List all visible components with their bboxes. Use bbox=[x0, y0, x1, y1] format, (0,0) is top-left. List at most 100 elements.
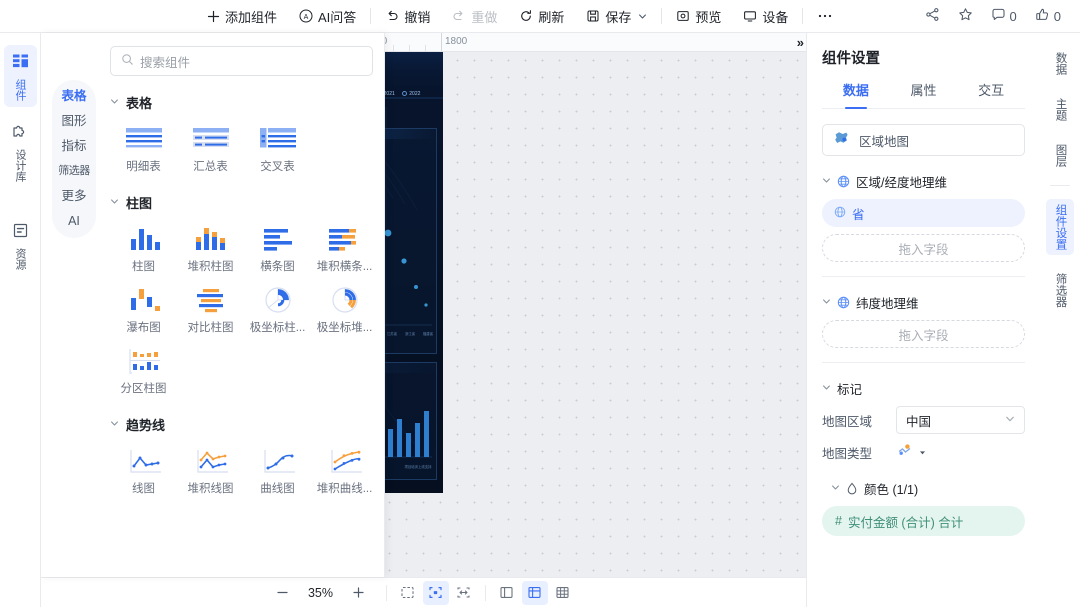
section-color[interactable]: 颜色 (1/1) bbox=[831, 479, 1025, 498]
add-component-button[interactable]: 添加组件 bbox=[196, 4, 288, 28]
component-detail-table[interactable]: 明细表 bbox=[110, 117, 177, 176]
tab-properties[interactable]: 属性 bbox=[890, 80, 958, 108]
tab-filters[interactable]: 筛选器 bbox=[58, 164, 90, 179]
device-button[interactable]: 设备 bbox=[732, 4, 799, 28]
component-label: 极坐标堆... bbox=[317, 319, 373, 335]
settings-tabs: 数据 属性 交互 bbox=[822, 80, 1025, 109]
ruler-expand-button[interactable]: » bbox=[797, 35, 804, 50]
component-line-chart[interactable]: 线图 bbox=[110, 439, 177, 498]
fit-selection-button[interactable] bbox=[423, 581, 449, 605]
component-polar-column[interactable]: 极坐标柱... bbox=[244, 278, 311, 337]
ruler-tick-5: 1800 bbox=[441, 36, 467, 47]
group-header-trendlines[interactable]: 趋势线 bbox=[110, 415, 384, 434]
toolbar-divider-3 bbox=[802, 8, 803, 24]
measure-hash-icon: # bbox=[835, 514, 842, 528]
component-cross-table[interactable]: 交叉表 bbox=[244, 117, 311, 176]
search-placeholder: 搜索组件 bbox=[140, 52, 190, 71]
refresh-button[interactable]: 刷新 bbox=[508, 4, 575, 28]
group-header-columns[interactable]: 柱图 bbox=[110, 193, 384, 212]
year-option-3[interactable]: 2022 bbox=[402, 91, 421, 97]
zoom-controls: 35% bbox=[272, 582, 378, 604]
component-column-chart[interactable]: 柱图 bbox=[110, 217, 177, 276]
right-rail: 数据 主题 图层 组件设置 筛选器 bbox=[1040, 33, 1080, 607]
map-type-row: 地图类型 bbox=[822, 442, 1025, 463]
tab-ai[interactable]: AI bbox=[68, 214, 80, 229]
rightrail-item-data[interactable]: 数据 bbox=[1046, 47, 1074, 80]
column-chart-icon bbox=[121, 223, 167, 255]
favorite-button[interactable] bbox=[949, 7, 982, 25]
map-type-label: 地图类型 bbox=[822, 443, 884, 462]
sidebar-item-resource[interactable]: 资源 bbox=[4, 214, 37, 276]
comment-button[interactable]: 0 bbox=[982, 7, 1026, 25]
puzzle-icon bbox=[11, 122, 30, 146]
rightrail-item-theme[interactable]: 主题 bbox=[1046, 93, 1074, 126]
redo-button[interactable]: 重做 bbox=[441, 4, 508, 28]
component-stacked-line[interactable]: 堆积线图 bbox=[177, 439, 244, 498]
color-drop-icon bbox=[846, 482, 858, 495]
zoom-in-button[interactable] bbox=[348, 582, 370, 604]
section-label: 纬度地理维 bbox=[856, 293, 919, 312]
section-region-dimension[interactable]: 区域/经度地理维 bbox=[822, 172, 1025, 191]
chevron-down-icon bbox=[1005, 413, 1015, 427]
bottom-divider-1 bbox=[386, 585, 387, 601]
ai-qa-button[interactable]: A AI问答 bbox=[288, 4, 367, 28]
section-label: 颜色 (1/1) bbox=[864, 479, 918, 498]
map-pin-icon bbox=[896, 442, 913, 463]
component-waterfall[interactable]: 瀑布图 bbox=[110, 278, 177, 337]
area-map-icon bbox=[833, 130, 850, 150]
sidebar-item-design-library[interactable]: 设计库 bbox=[4, 115, 37, 188]
component-stacked-curve[interactable]: 堆积曲线... bbox=[311, 439, 378, 498]
tab-tables[interactable]: 表格 bbox=[61, 89, 86, 104]
save-chevron-down-icon[interactable] bbox=[638, 9, 647, 24]
group-header-tables[interactable]: 表格 bbox=[110, 93, 384, 112]
more-button[interactable] bbox=[806, 4, 844, 28]
map-region-select[interactable]: 中国 bbox=[896, 406, 1025, 434]
zoom-level-value[interactable]: 35% bbox=[304, 586, 338, 600]
component-summary-table[interactable]: 汇总表 bbox=[177, 117, 244, 176]
preview-label: 预览 bbox=[695, 7, 721, 26]
fit-width-button[interactable] bbox=[451, 581, 477, 605]
search-component-input[interactable]: 搜索组件 bbox=[110, 46, 373, 76]
tab-data[interactable]: 数据 bbox=[822, 80, 890, 108]
map-type-selector[interactable] bbox=[896, 442, 927, 463]
tab-more[interactable]: 更多 bbox=[61, 189, 86, 204]
rightrail-item-component-settings[interactable]: 组件设置 bbox=[1046, 199, 1074, 255]
top-toolbar: 添加组件 A AI问答 撤销 重做 bbox=[0, 0, 1080, 33]
like-button[interactable]: 0 bbox=[1026, 7, 1070, 25]
preview-button[interactable]: 预览 bbox=[665, 4, 732, 28]
component-polar-stacked[interactable]: 极坐标堆... bbox=[311, 278, 378, 337]
rightrail-item-layers[interactable]: 图层 bbox=[1046, 139, 1074, 172]
field-chip-province[interactable]: 省 bbox=[822, 199, 1025, 227]
component-curve-chart[interactable]: 曲线图 bbox=[244, 439, 311, 498]
tab-interaction[interactable]: 交互 bbox=[957, 80, 1025, 108]
share-button[interactable] bbox=[916, 7, 949, 25]
sidebar-item-components[interactable]: 组件 bbox=[4, 45, 37, 107]
section-latitude-dimension[interactable]: 纬度地理维 bbox=[822, 293, 1025, 312]
drop-zone-region[interactable]: 拖入字段 bbox=[822, 234, 1025, 262]
component-bar-chart[interactable]: 横条图 bbox=[244, 217, 311, 276]
component-stacked-column[interactable]: 堆积柱图 bbox=[177, 217, 244, 276]
chart-type-selector[interactable]: 区域地图 bbox=[822, 124, 1025, 156]
component-compare-column[interactable]: 对比柱图 bbox=[177, 278, 244, 337]
grid-layout-button[interactable] bbox=[550, 581, 576, 605]
rightrail-item-filters[interactable]: 筛选器 bbox=[1046, 268, 1074, 313]
split-layout-button[interactable] bbox=[522, 581, 548, 605]
component-label: 堆积柱图 bbox=[188, 258, 234, 274]
section-marks[interactable]: 标记 bbox=[822, 379, 1025, 398]
drop-zone-latitude[interactable]: 拖入字段 bbox=[822, 320, 1025, 348]
component-stacked-bar[interactable]: 堆积横条... bbox=[311, 217, 378, 276]
tab-graphs[interactable]: 图形 bbox=[61, 114, 86, 129]
tab-metrics[interactable]: 指标 bbox=[61, 139, 86, 154]
thumbs-up-icon bbox=[1035, 7, 1050, 25]
device-label: 设备 bbox=[762, 7, 788, 26]
select-area-button[interactable] bbox=[395, 581, 421, 605]
save-button[interactable]: 保存 bbox=[575, 4, 658, 28]
field-label: 省 bbox=[852, 204, 865, 223]
field-chip-amount[interactable]: # 实付金额 (合计) 合计 bbox=[822, 506, 1025, 536]
panel-layout-button[interactable] bbox=[494, 581, 520, 605]
plus-icon bbox=[207, 10, 220, 23]
component-partition-column[interactable]: 分区柱图 bbox=[110, 339, 177, 398]
summary-table-icon bbox=[188, 123, 234, 155]
zoom-out-button[interactable] bbox=[272, 582, 294, 604]
undo-button[interactable]: 撤销 bbox=[374, 4, 441, 28]
